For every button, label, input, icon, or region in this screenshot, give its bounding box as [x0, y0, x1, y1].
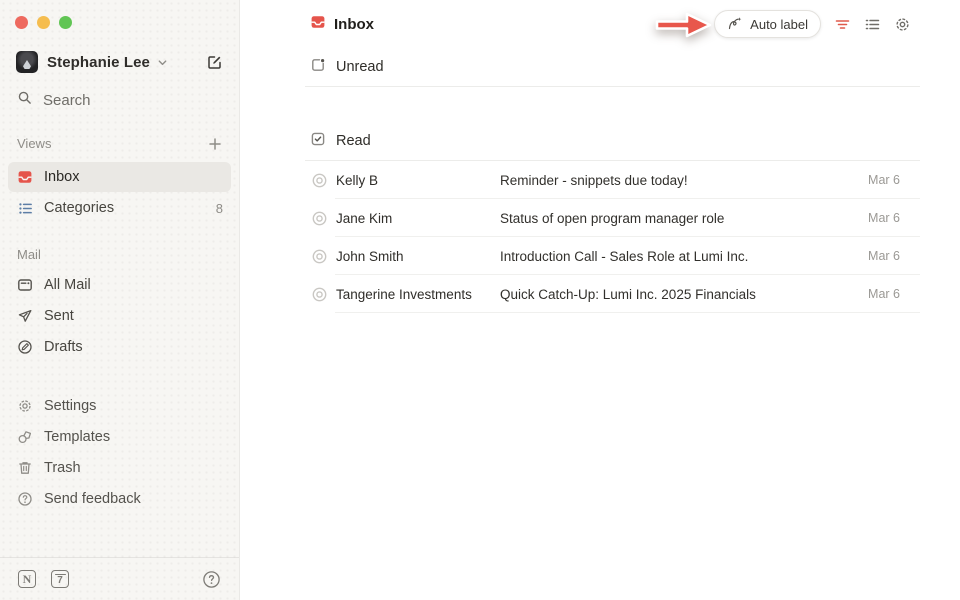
email-row[interactable]: John Smith Introduction Call - Sales Rol… [305, 237, 920, 275]
toolbar: Auto label [714, 10, 911, 38]
sidebar-item-trash[interactable]: Trash [8, 453, 231, 483]
sidebar-item-label: Categories [44, 200, 114, 216]
mail-list-pane: Inbox Auto label [240, 0, 960, 600]
email-subject: Status of open program manager role [500, 211, 856, 226]
draft-icon [16, 339, 34, 355]
help-circle-icon [16, 491, 34, 507]
add-view-icon[interactable] [208, 137, 222, 151]
sidebar-item-label: Trash [44, 460, 81, 476]
read-status-icon[interactable] [312, 287, 327, 302]
sidebar-item-label: Send feedback [44, 491, 141, 507]
templates-icon [16, 429, 34, 445]
app-window: Stephanie Lee Search Views [0, 0, 960, 600]
sidebar-item-send-feedback[interactable]: Send feedback [8, 484, 231, 514]
close-window-button[interactable] [15, 16, 28, 29]
email-subject: Quick Catch-Up: Lumi Inc. 2025 Financial… [500, 287, 856, 302]
minimize-window-button[interactable] [37, 16, 50, 29]
sidebar-item-inbox[interactable]: Inbox [8, 162, 231, 192]
email-sender: Kelly B [336, 173, 500, 188]
email-subject: Introduction Call - Sales Role at Lumi I… [500, 249, 856, 264]
sidebar-item-label: Drafts [44, 339, 83, 355]
categories-list-icon [16, 201, 34, 216]
sidebar-item-label: Sent [44, 308, 74, 324]
page-title: Inbox [334, 16, 374, 33]
calendar-day-label: 7 [57, 575, 63, 586]
unread-icon [310, 57, 326, 77]
empty-unread-space [305, 87, 920, 122]
inbox-icon [310, 14, 326, 35]
arrow-glow [648, 2, 720, 48]
sidebar-item-drafts[interactable]: Drafts [8, 332, 231, 362]
email-date: Mar 6 [868, 173, 900, 187]
unread-section-header[interactable]: Unread [305, 48, 920, 87]
avatar [16, 51, 38, 73]
auto-label-button[interactable]: Auto label [714, 10, 821, 38]
sidebar-item-label: All Mail [44, 277, 91, 293]
profile-switcher[interactable]: Stephanie Lee [0, 47, 239, 77]
profile-name: Stephanie Lee [47, 54, 150, 71]
chevron-down-icon [157, 57, 168, 68]
gear-icon [16, 398, 34, 414]
sidebar-item-sent[interactable]: Sent [8, 301, 231, 331]
read-status-icon[interactable] [312, 173, 327, 188]
mail-header-label: Mail [17, 247, 41, 262]
email-date: Mar 6 [868, 249, 900, 263]
read-status-icon[interactable] [312, 211, 327, 226]
search-icon [17, 90, 32, 110]
sidebar-bottom-bar: N 7 [0, 557, 239, 600]
sidebar: Stephanie Lee Search Views [0, 0, 240, 600]
annotation-arrow [648, 2, 720, 48]
sidebar-item-label: Inbox [44, 169, 79, 185]
unread-label: Unread [336, 59, 384, 75]
search-label: Search [43, 92, 91, 109]
help-icon[interactable] [202, 570, 221, 589]
categories-count-badge: 8 [216, 201, 223, 216]
notion-logo-icon[interactable]: N [18, 570, 36, 588]
send-icon [16, 308, 34, 324]
zoom-window-button[interactable] [59, 16, 72, 29]
compose-icon[interactable] [206, 54, 223, 71]
email-date: Mar 6 [868, 211, 900, 225]
email-row[interactable]: Jane Kim Status of open program manager … [305, 199, 920, 237]
filter-icon[interactable] [834, 16, 851, 33]
sidebar-footer-group: Settings Templates Trash [0, 391, 239, 514]
sidebar-item-label: Templates [44, 429, 110, 445]
email-row[interactable]: Tangerine Investments Quick Catch-Up: Lu… [305, 275, 920, 313]
read-label: Read [336, 133, 371, 149]
sidebar-item-label: Settings [44, 398, 96, 414]
read-status-icon[interactable] [312, 249, 327, 264]
sidebar-item-templates[interactable]: Templates [8, 422, 231, 452]
all-mail-icon [16, 277, 34, 293]
email-subject: Reminder - snippets due today! [500, 173, 856, 188]
search-button[interactable]: Search [0, 86, 239, 114]
email-sender: Tangerine Investments [336, 287, 500, 302]
sidebar-item-all-mail[interactable]: All Mail [8, 270, 231, 300]
views-section-header: Views [0, 133, 239, 154]
views-header-label: Views [17, 136, 51, 151]
read-checkbox-icon [310, 131, 326, 151]
auto-label-label: Auto label [750, 17, 808, 32]
email-row[interactable]: Kelly B Reminder - snippets due today! M… [305, 161, 920, 199]
mail-section-header: Mail [0, 244, 239, 265]
auto-label-sparkle-icon [727, 15, 743, 34]
settings-gear-icon[interactable] [894, 16, 911, 33]
calendar-icon[interactable]: 7 [51, 570, 69, 588]
main-header: Inbox Auto label [240, 0, 960, 48]
sidebar-item-settings[interactable]: Settings [8, 391, 231, 421]
window-controls [15, 16, 72, 29]
email-sender: John Smith [336, 249, 500, 264]
trash-icon [16, 460, 34, 476]
inbox-icon [16, 169, 34, 185]
email-date: Mar 6 [868, 287, 900, 301]
email-list: Unread Read Kelly B Reminder - snippets … [305, 48, 920, 313]
read-section-header[interactable]: Read [305, 122, 920, 161]
list-view-icon[interactable] [864, 16, 881, 33]
sidebar-item-categories[interactable]: Categories 8 [8, 193, 231, 223]
email-sender: Jane Kim [336, 211, 500, 226]
